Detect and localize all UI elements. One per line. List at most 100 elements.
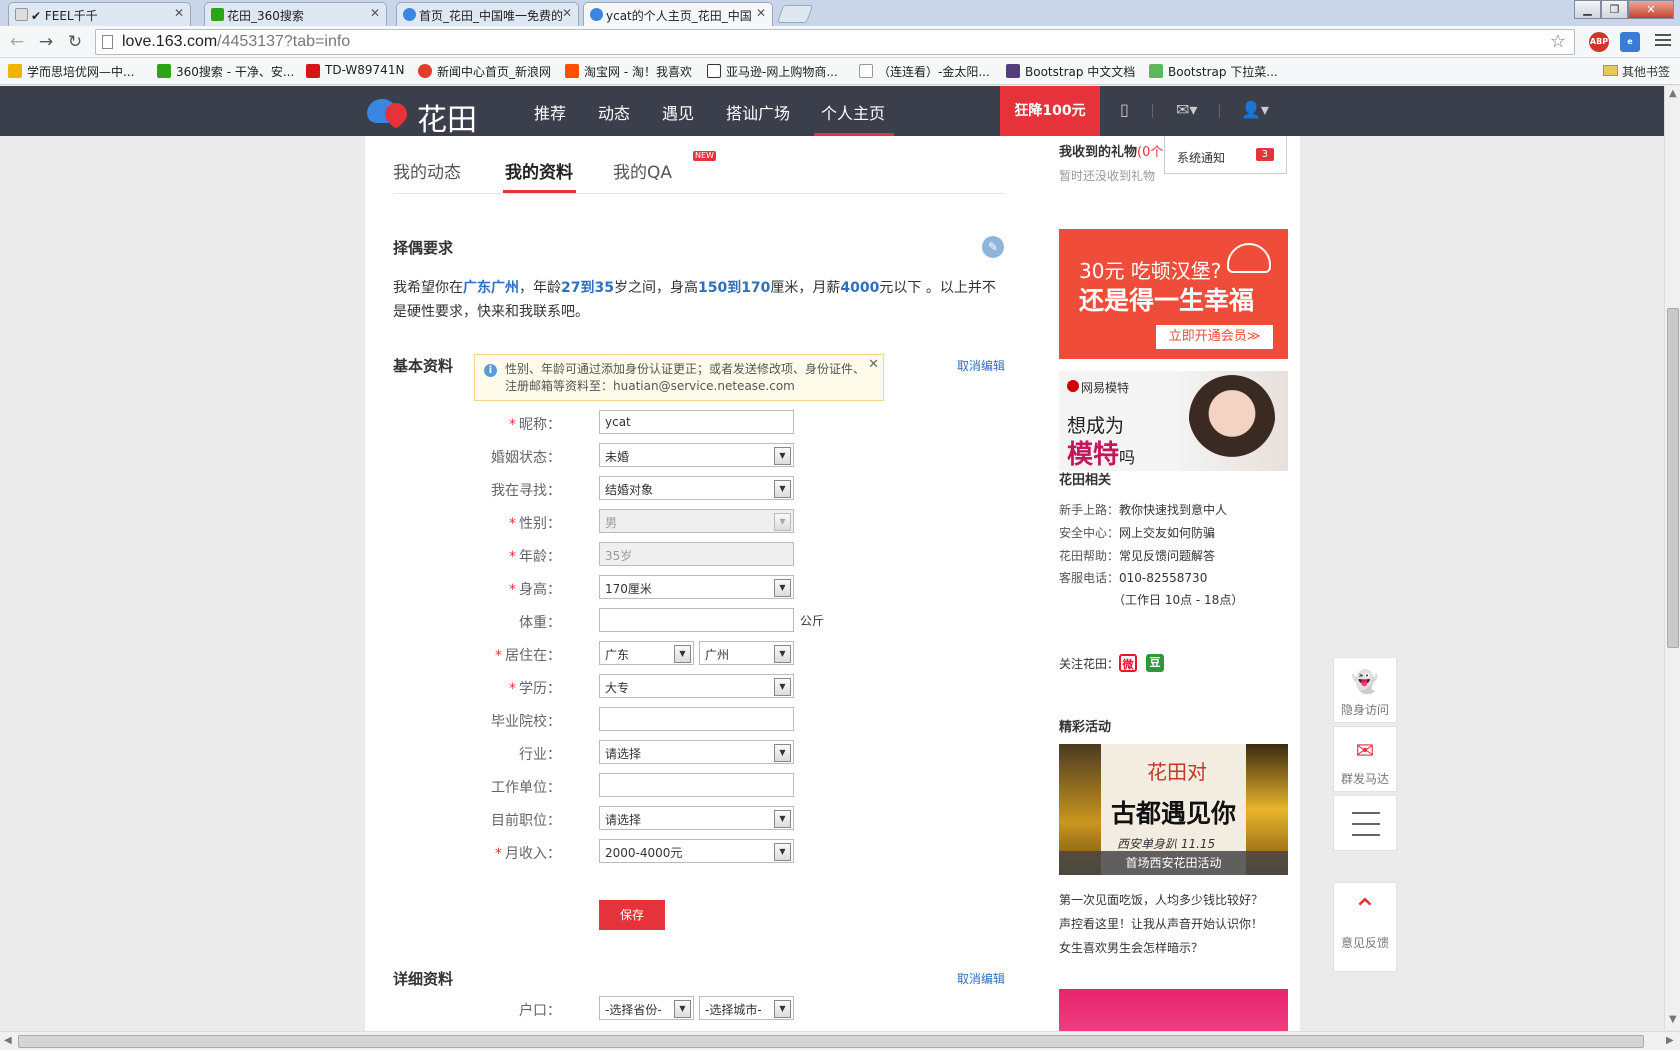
scrollbar-thumb[interactable] — [1667, 308, 1679, 648]
other-bookmarks[interactable]: 其他书签 — [1602, 63, 1670, 80]
field-label: 行业： — [519, 747, 561, 763]
related-link[interactable]: 安全中心：网上交友如何防骗 — [1059, 524, 1215, 541]
browser-menu-icon[interactable] — [1655, 34, 1671, 49]
event-banner[interactable]: 花田对 古都遇见你 西安单身趴 11.15 首场西安花田活动 — [1059, 744, 1288, 875]
model-ad-banner[interactable]: 网易模特 想成为 模特吗 — [1059, 371, 1288, 471]
horizontal-scrollbar[interactable]: ◀ ▶ — [0, 1031, 1680, 1050]
scroll-down-icon[interactable]: ▼ — [1669, 1014, 1677, 1025]
scrollbar-thumb[interactable] — [18, 1035, 1644, 1048]
new-tab-button[interactable] — [776, 5, 814, 23]
select-field[interactable]: 请选择 — [599, 740, 794, 764]
tab-my-feed[interactable]: 我的动态 — [393, 158, 461, 183]
bookmark-item[interactable]: 360搜索 - 干净、安... — [157, 63, 294, 80]
nav-feed[interactable]: 动态 — [598, 100, 630, 124]
taobao-icon — [565, 64, 579, 78]
close-window-button[interactable]: ✕ — [1628, 0, 1674, 19]
select-field[interactable]: 2000-4000元 — [599, 839, 794, 863]
douban-icon[interactable]: 豆 — [1146, 654, 1164, 672]
notice-line: 性别、年龄可通过添加身份认证更正；或者发送修改项、身份证件、 — [505, 362, 866, 376]
new-badge: NEW — [693, 151, 716, 161]
close-tab-icon[interactable]: ✕ — [756, 6, 766, 20]
browser-tab[interactable]: ✔ FEEL千千 ✕ — [8, 2, 191, 26]
select-field[interactable]: 大专 — [599, 674, 794, 698]
mail-icon[interactable]: ✉▾ — [1176, 100, 1197, 119]
nav-meet[interactable]: 遇见 — [662, 100, 694, 124]
text-field[interactable] — [599, 608, 794, 632]
weibo-icon[interactable]: 微 — [1119, 654, 1137, 672]
vip-ad-banner[interactable]: 30元 吃顿汉堡? 还是得一生幸福 立即开通会员≫ — [1059, 229, 1288, 359]
mass-message-button[interactable]: ✉ 群发马达 — [1333, 726, 1397, 792]
text-field[interactable] — [599, 773, 794, 797]
event-link[interactable]: 声控看这里！让我从声音开始认识你！ — [1059, 915, 1263, 932]
form-row: 体重： 公斤 — [365, 608, 1005, 634]
ie-tab-icon[interactable]: e — [1620, 32, 1640, 52]
reload-icon[interactable]: ↻ — [64, 31, 86, 53]
edit-pencil-icon[interactable]: ✎ — [982, 236, 1004, 258]
ad-brand: 网易模特 — [1067, 379, 1129, 396]
more-menu-icon[interactable] — [1333, 795, 1397, 851]
select-field[interactable]: 170厘米 — [599, 575, 794, 599]
nav-profile[interactable]: 个人主页 — [821, 100, 885, 124]
bookmark-item[interactable]: TD-W89741N — [306, 63, 404, 78]
bookmark-item[interactable]: 淘宝网 - 淘！我喜欢 — [565, 63, 692, 80]
promo-button[interactable]: 狂降100元 — [1000, 86, 1100, 136]
text-field[interactable]: ycat — [599, 410, 794, 434]
province-select[interactable]: -选择省份- — [599, 996, 694, 1020]
bookmark-item[interactable]: Bootstrap 中文文档 — [1006, 63, 1135, 80]
scroll-left-icon[interactable]: ◀ — [4, 1035, 12, 1046]
open-vip-button[interactable]: 立即开通会员≫ — [1156, 325, 1273, 349]
select-field[interactable]: 结婚对象 — [599, 476, 794, 500]
user-icon[interactable]: 👤▾ — [1241, 100, 1269, 119]
city-select[interactable]: -选择城市- — [699, 996, 794, 1020]
close-tab-icon[interactable]: ✕ — [562, 6, 572, 20]
related-link[interactable]: 新手上路：教你快速找到意中人 — [1059, 501, 1227, 518]
bookmark-item[interactable]: 学而思培优网—中... — [8, 63, 134, 80]
tab-my-info[interactable]: 我的资料 — [505, 158, 573, 183]
notification-dropdown[interactable]: 系统通知 3 — [1164, 136, 1287, 174]
related-link[interactable]: 花田帮助：常见反馈问题解答 — [1059, 547, 1215, 564]
select-field[interactable]: 未婚 — [599, 443, 794, 467]
mobile-icon[interactable]: ▯ — [1120, 100, 1129, 119]
event-link[interactable]: 第一次见面吃饭，人均多少钱比较好？ — [1059, 891, 1263, 908]
address-bar[interactable]: love.163.com/4453137?tab=info ☆ — [95, 29, 1575, 55]
bookmark-item[interactable]: 亚马逊-网上购物商... — [707, 63, 838, 80]
close-tab-icon[interactable]: ✕ — [370, 6, 380, 20]
browser-tab[interactable]: 花田_360搜索 ✕ — [204, 2, 387, 26]
back-icon[interactable]: ← — [6, 31, 28, 53]
scroll-right-icon[interactable]: ▶ — [1666, 1035, 1674, 1046]
bookmark-star-icon[interactable]: ☆ — [1550, 31, 1566, 52]
vertical-scrollbar[interactable]: ▲ ▼ — [1664, 86, 1680, 1030]
bookmark-item[interactable]: Bootstrap 下拉菜... — [1149, 63, 1278, 80]
adblock-icon[interactable]: ABP — [1589, 32, 1609, 52]
site-logo[interactable]: 花田 — [367, 93, 477, 138]
field-label: 体重： — [519, 615, 561, 631]
url-text[interactable]: love.163.com/4453137?tab=info — [122, 33, 350, 51]
city-select[interactable]: 广州 — [699, 641, 794, 665]
event-link[interactable]: 女生喜欢男生会怎样暗示？ — [1059, 939, 1203, 956]
save-button[interactable]: 保存 — [599, 900, 665, 930]
cancel-edit-link[interactable]: 取消编辑 — [957, 970, 1005, 987]
forward-icon[interactable]: → — [35, 31, 57, 53]
tab-my-qa[interactable]: 我的QA — [613, 158, 672, 183]
cancel-edit-link[interactable]: 取消编辑 — [957, 357, 1005, 374]
nav-square[interactable]: 搭讪广场 — [726, 100, 790, 124]
feedback-button[interactable]: ⌃ 意见反馈 — [1333, 882, 1397, 972]
minimize-button[interactable]: ▁ — [1574, 0, 1601, 19]
stealth-visit-button[interactable]: 👻 隐身访问 — [1333, 657, 1397, 723]
text-field[interactable] — [599, 707, 794, 731]
nav-recommend[interactable]: 推荐 — [534, 100, 566, 124]
close-icon[interactable]: ✕ — [868, 356, 879, 373]
float-label: 群发马达 — [1340, 772, 1389, 786]
bookmark-item[interactable]: 新闻中心首页_新浪网 — [418, 63, 551, 80]
required-marker: * — [509, 417, 516, 433]
ad-banner-bottom[interactable] — [1059, 989, 1288, 1031]
close-tab-icon[interactable]: ✕ — [174, 6, 184, 20]
scroll-up-icon[interactable]: ▲ — [1669, 88, 1677, 99]
field-label: * 学历： — [509, 681, 561, 697]
restore-button[interactable]: ❐ — [1601, 0, 1628, 19]
bookmark-item[interactable]: （连连看）-金太阳... — [859, 63, 990, 80]
select-field[interactable]: 请选择 — [599, 806, 794, 830]
province-select[interactable]: 广东 — [599, 641, 694, 665]
browser-tab[interactable]: 首页_花田_中国唯一免费的 ✕ — [396, 2, 579, 26]
browser-tab-active[interactable]: ycat的个人主页_花田_中国 ✕ — [583, 2, 773, 26]
